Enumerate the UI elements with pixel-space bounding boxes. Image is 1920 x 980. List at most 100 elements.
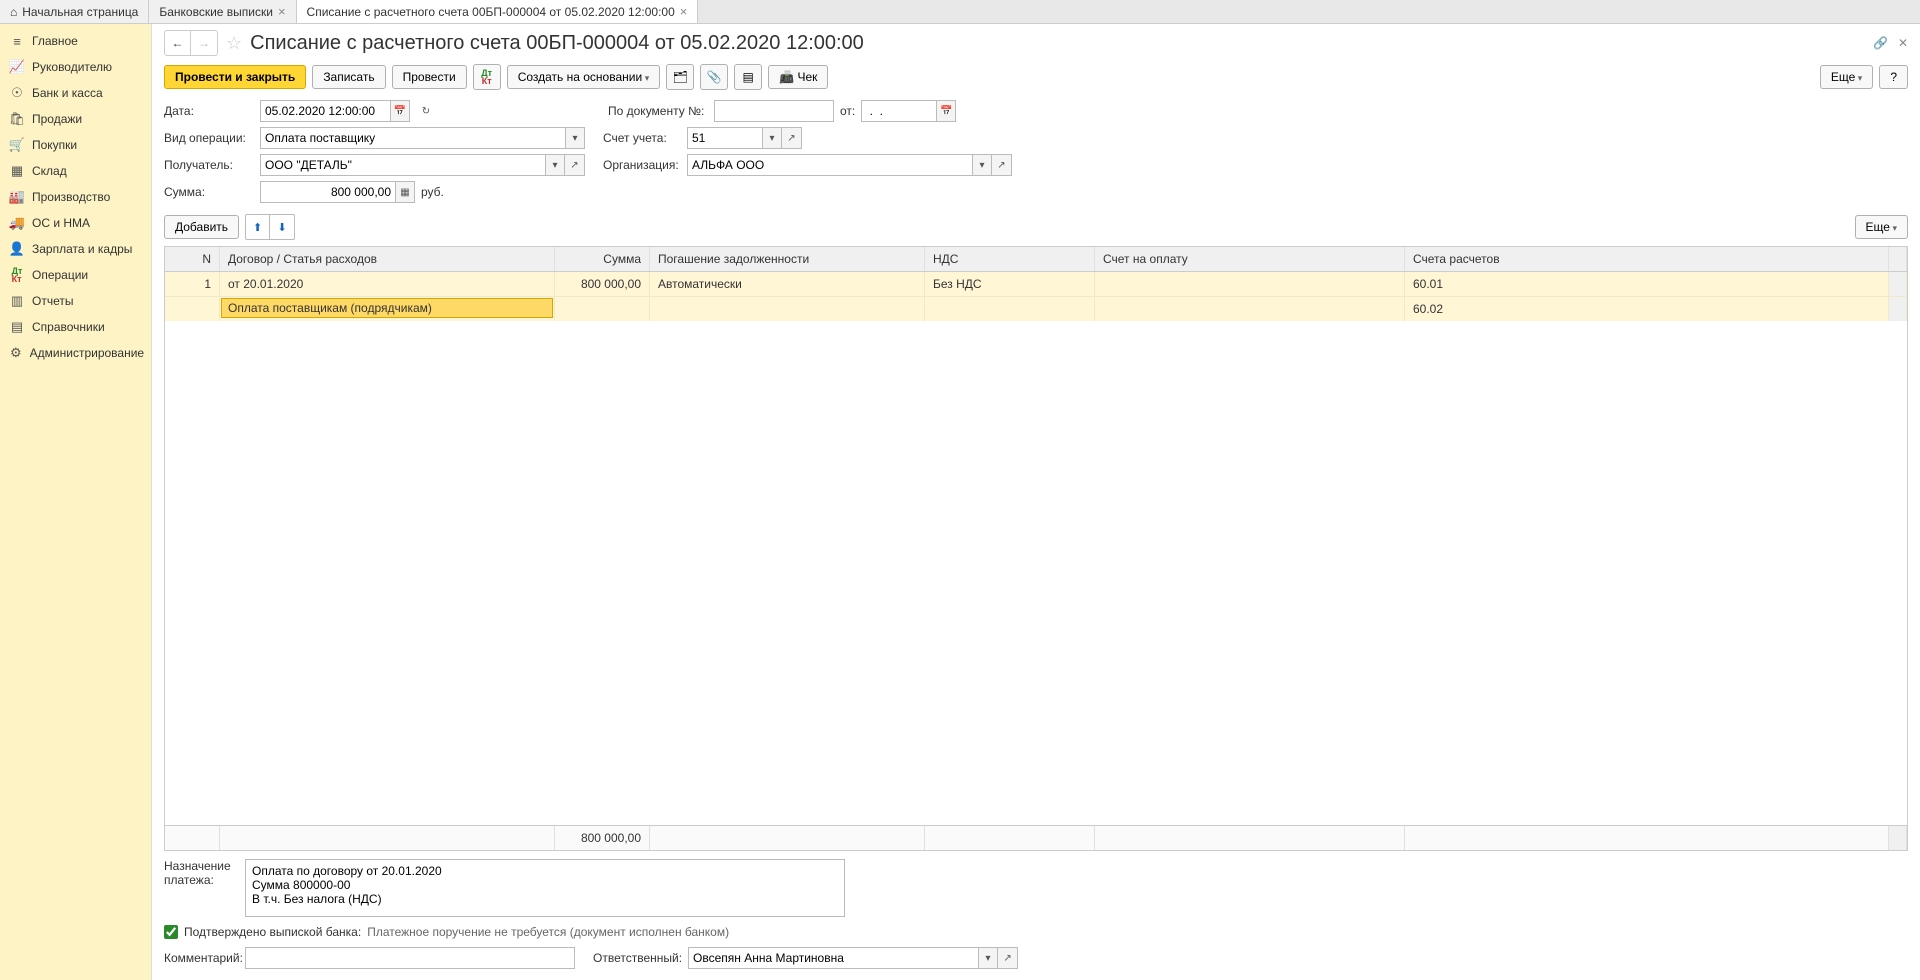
expense-edit[interactable]: Оплата поставщикам (подрядчикам): [221, 298, 553, 318]
cell-contract[interactable]: от 20.01.2020: [220, 272, 555, 296]
sidebar-item-main[interactable]: ≡ Главное: [0, 28, 151, 54]
table-row[interactable]: 1 от 20.01.2020 800 000,00 Автоматически…: [165, 272, 1907, 297]
open-icon[interactable]: ↗: [992, 154, 1012, 176]
col-contract[interactable]: Договор / Статья расходов: [220, 247, 555, 271]
col-n[interactable]: N: [165, 247, 220, 271]
table-row[interactable]: Оплата поставщикам (подрядчикам) 60.02: [165, 297, 1907, 321]
sidebar-item-manager[interactable]: 📈Руководителю: [0, 54, 151, 80]
cell-acct1[interactable]: 60.01: [1405, 272, 1889, 296]
cell-debt[interactable]: Автоматически: [650, 272, 925, 296]
from-date-input[interactable]: [861, 100, 936, 122]
bag-icon: 🛍: [10, 112, 24, 126]
confirmed-checkbox[interactable]: [164, 925, 178, 939]
structure-icon[interactable]: 🗂: [666, 64, 694, 90]
sum-label: Сумма:: [164, 185, 254, 199]
dropdown-icon[interactable]: ▾: [972, 154, 992, 176]
check-button[interactable]: 📠 Чек: [768, 65, 828, 89]
move-down-button[interactable]: ⬇: [270, 215, 294, 239]
tab-bank-statements[interactable]: Банковские выписки ×: [149, 0, 296, 23]
sidebar-item-assets[interactable]: 🚚ОС и НМА: [0, 210, 151, 236]
tab-label: Начальная страница: [22, 5, 138, 19]
sidebar-item-purchases[interactable]: 🛒Покупки: [0, 132, 151, 158]
confirmed-label: Подтверждено выпиской банка:: [184, 925, 361, 939]
close-icon[interactable]: ×: [278, 4, 286, 19]
refresh-icon[interactable]: ↻: [416, 100, 436, 122]
cell-nds[interactable]: Без НДС: [925, 272, 1095, 296]
sidebar-item-bank[interactable]: ☉Банк и касса: [0, 80, 151, 106]
cell-invoice[interactable]: [1095, 272, 1405, 296]
comment-input[interactable]: [245, 947, 575, 969]
sidebar-item-label: Продажи: [32, 112, 82, 126]
bars-icon: ▥: [10, 294, 24, 308]
foot-nds: [925, 826, 1095, 850]
sidebar-item-production[interactable]: 🏭Производство: [0, 184, 151, 210]
template-icon[interactable]: ▤: [734, 64, 762, 90]
open-icon[interactable]: ↗: [782, 127, 802, 149]
sidebar-item-warehouse[interactable]: ▦Склад: [0, 158, 151, 184]
tab-document[interactable]: Списание с расчетного счета 00БП-000004 …: [297, 0, 699, 23]
table-more-button[interactable]: Еще: [1855, 215, 1908, 239]
cell-invoice2[interactable]: [1095, 297, 1405, 321]
back-button[interactable]: ←: [165, 31, 191, 55]
date-input[interactable]: [260, 100, 390, 122]
tab-home[interactable]: ⌂ Начальная страница: [0, 0, 149, 23]
attachment-icon[interactable]: 📎: [700, 64, 728, 90]
cell-nds2[interactable]: [925, 297, 1095, 321]
post-close-button[interactable]: Провести и закрыть: [164, 65, 306, 89]
cell-sum2[interactable]: [555, 297, 650, 321]
sidebar-item-reports[interactable]: ▥Отчеты: [0, 288, 151, 314]
account-input[interactable]: [687, 127, 762, 149]
col-nds[interactable]: НДС: [925, 247, 1095, 271]
add-button[interactable]: Добавить: [164, 215, 239, 239]
responsible-input[interactable]: [688, 947, 978, 969]
move-up-button[interactable]: ⬆: [246, 215, 270, 239]
sum-input[interactable]: [260, 181, 395, 203]
favorite-icon[interactable]: ☆: [226, 33, 242, 54]
recipient-input[interactable]: [260, 154, 545, 176]
link-icon[interactable]: 🔗: [1873, 36, 1888, 50]
forward-button[interactable]: →: [191, 31, 217, 55]
person-icon: 👤: [10, 242, 24, 256]
close-icon[interactable]: ×: [680, 4, 688, 19]
cell-acct2[interactable]: 60.02: [1405, 297, 1889, 321]
scrollbar[interactable]: [1889, 272, 1907, 296]
dropdown-icon[interactable]: ▾: [565, 127, 585, 149]
dropdown-icon[interactable]: ▾: [978, 947, 998, 969]
close-icon[interactable]: ✕: [1898, 36, 1908, 50]
save-button[interactable]: Записать: [312, 65, 385, 89]
sidebar-item-label: Главное: [32, 34, 78, 48]
open-icon[interactable]: ↗: [565, 154, 585, 176]
scrollbar[interactable]: [1889, 297, 1907, 321]
sidebar-item-references[interactable]: ▤Справочники: [0, 314, 151, 340]
col-accounts[interactable]: Счета расчетов: [1405, 247, 1889, 271]
cell-sum[interactable]: 800 000,00: [555, 272, 650, 296]
dropdown-icon[interactable]: ▾: [762, 127, 782, 149]
sidebar-item-sales[interactable]: 🛍 Продажи: [0, 106, 151, 132]
dtkt-button[interactable]: ДтКт: [473, 64, 501, 90]
col-debt[interactable]: Погашение задолженности: [650, 247, 925, 271]
sidebar-item-admin[interactable]: ⚙Администрирование: [0, 340, 151, 366]
menu-icon: ≡: [10, 34, 24, 48]
more-button[interactable]: Еще: [1820, 65, 1873, 89]
dropdown-icon[interactable]: ▾: [545, 154, 565, 176]
doc-num-input[interactable]: [714, 100, 834, 122]
op-type-input[interactable]: [260, 127, 565, 149]
post-button[interactable]: Провести: [392, 65, 467, 89]
recipient-label: Получатель:: [164, 158, 254, 172]
foot-acct: [1405, 826, 1889, 850]
create-based-button[interactable]: Создать на основании: [507, 65, 661, 89]
col-sum[interactable]: Сумма: [555, 247, 650, 271]
calc-icon[interactable]: ▦: [395, 181, 415, 203]
open-icon[interactable]: ↗: [998, 947, 1018, 969]
calendar-icon[interactable]: 📅: [936, 100, 956, 122]
cell-expense[interactable]: Оплата поставщикам (подрядчикам): [220, 297, 555, 321]
calendar-icon[interactable]: 📅: [390, 100, 410, 122]
org-input[interactable]: [687, 154, 972, 176]
cell-debt2[interactable]: [650, 297, 925, 321]
sidebar-item-operations[interactable]: ДтКтОперации: [0, 262, 151, 288]
sidebar-item-label: Операции: [32, 268, 88, 282]
purpose-textarea[interactable]: [245, 859, 845, 917]
help-button[interactable]: ?: [1879, 65, 1908, 89]
col-invoice[interactable]: Счет на оплату: [1095, 247, 1405, 271]
sidebar-item-payroll[interactable]: 👤Зарплата и кадры: [0, 236, 151, 262]
